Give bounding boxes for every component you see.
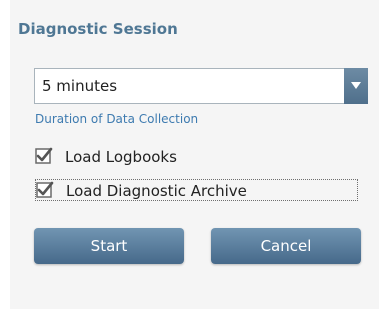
load-diagnostic-archive-checkbox[interactable] bbox=[36, 181, 54, 199]
cancel-button[interactable]: Cancel bbox=[211, 228, 361, 264]
load-diagnostic-archive-option[interactable]: Load Diagnostic Archive bbox=[35, 179, 358, 201]
load-logbooks-checkbox[interactable] bbox=[35, 147, 53, 165]
panel-title: Diagnostic Session bbox=[18, 20, 178, 38]
dropdown-arrow-button[interactable] bbox=[344, 68, 368, 104]
load-logbooks-label: Load Logbooks bbox=[65, 148, 177, 166]
duration-select[interactable]: 5 minutes bbox=[34, 68, 368, 104]
duration-select-value: 5 minutes bbox=[42, 77, 118, 95]
start-button[interactable]: Start bbox=[34, 228, 184, 264]
chevron-down-icon bbox=[351, 82, 361, 89]
duration-caption: Duration of Data Collection bbox=[35, 112, 199, 126]
load-diagnostic-archive-label: Load Diagnostic Archive bbox=[66, 182, 247, 200]
diagnostic-session-panel: Diagnostic Session 5 minutes Duration of… bbox=[10, 0, 379, 309]
